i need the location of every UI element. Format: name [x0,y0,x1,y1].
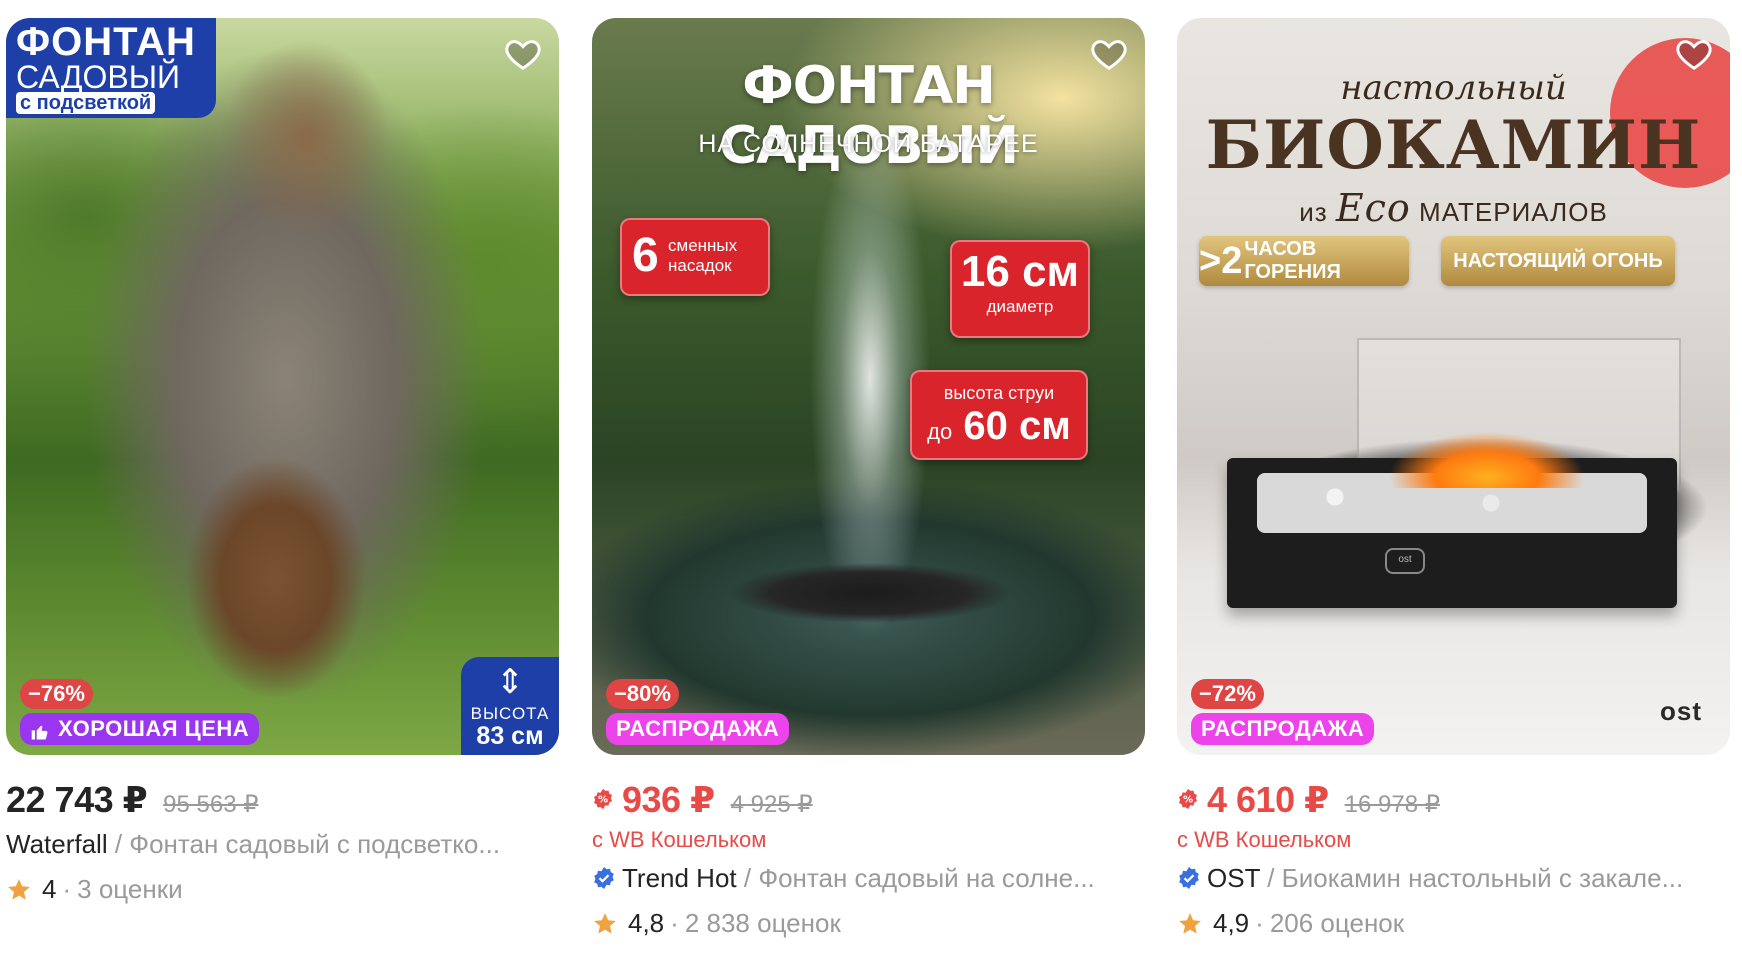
reviews-count[interactable]: 206 оценок [1270,908,1404,939]
old-price: 16 978 ₽ [1344,791,1440,818]
feature-badge: >2 ЧАСОВ ГОРЕНИЯ [1199,236,1409,286]
svg-text:%: % [1183,795,1193,806]
brand-logo: ost [1660,696,1702,726]
thumbs-up-icon [30,719,50,740]
image-brand-badge: ФОНТАН САДОВЫЙ с подсветкой [6,18,216,118]
product-image[interactable]: ФОНТАН САДОВЫЙ с подсветкой ⇕ ВЫСОТА 83 … [6,18,559,755]
wallet-note: с WB Кошельком [1177,827,1352,852]
price-row: % 4 610 ₽ 16 978 ₽ [1177,779,1730,820]
image-title: БИОКАМИН [1205,106,1702,184]
product-title[interactable]: OST / Биокамин настольный с закале... [1177,863,1730,894]
promo-tag-label: ХОРОШАЯ ЦЕНА [58,716,250,741]
product-name: Фонтан садовый с подсветко... [129,829,501,859]
feature-value: до 60 см [927,404,1071,448]
price-row: % 936 ₽ 4 925 ₽ [592,779,1145,820]
product-card[interactable]: ФОНТАН САДОВЫЙ НА СОЛНЕЧНОЙ БАТАРЕЕ 6 см… [592,18,1145,939]
height-value: 83 см [476,722,544,750]
promo-tag: РАСПРОДАЖА [606,713,790,745]
star-icon [1179,912,1201,934]
promo-tag-label: РАСПРОДАЖА [616,716,780,741]
height-label: ВЫСОТА [470,704,550,723]
old-price: 95 563 ₽ [163,791,259,818]
brand-name: Trend Hot [622,863,737,893]
promo-tag: ХОРОШАЯ ЦЕНА [20,713,260,745]
price: 936 ₽ [622,779,715,820]
feature-number: 6 [632,229,659,282]
discount-badge: −76% [20,679,93,709]
reviews-count[interactable]: 2 838 оценок [685,908,841,939]
favorite-heart-icon[interactable] [1672,32,1716,76]
verified-check-icon [1179,867,1199,889]
reviews-count[interactable]: 3 оценки [77,874,182,905]
height-badge: ⇕ ВЫСОТА 83 см [461,657,559,755]
favorite-heart-icon[interactable] [501,32,545,76]
brand-name: OST [1207,863,1260,893]
product-card[interactable]: ФОНТАН САДОВЫЙ с подсветкой ⇕ ВЫСОТА 83 … [6,18,559,905]
brand-name: Waterfall [6,829,108,859]
price: 22 743 ₽ [6,779,148,820]
badge-line: САДОВЫЙ [16,59,181,95]
star-icon [8,878,30,900]
image-subtitle: из Eco МАТЕРИАЛОВ [1299,186,1608,230]
favorite-heart-icon[interactable] [1087,32,1131,76]
feature-badge: НАСТОЯЩИЙ ОГОНЬ [1441,236,1675,286]
wallet-note: с WB Кошельком [592,827,767,852]
ruler-icon: ⇕ [495,663,525,701]
wallet-discount-icon: % [1179,788,1197,810]
product-logo: ost [1385,548,1425,574]
product-title[interactable]: Waterfall / Фонтан садовый с подсветко..… [6,829,559,860]
fire-flame [1357,378,1617,488]
rating-value: 4,8 [628,908,665,938]
feature-text: сменных насадок [668,236,738,275]
wallet-discount-icon: % [594,788,612,810]
badge-line: ФОНТАН [16,20,196,64]
feature-label: диаметр [986,297,1054,316]
price-row: 22 743 ₽ 95 563 ₽ [6,779,559,820]
discount-badge: −80% [606,679,679,709]
rating-value: 4,9 [1213,908,1250,938]
product-name: Биокамин настольный с закале... [1281,863,1684,893]
feature-box: высота струи до 60 см [910,370,1088,460]
rating-value: 4 [42,874,57,904]
feature-box: 16 см диаметр [950,240,1090,338]
badge-line: с подсветкой [16,92,156,114]
rating-row: 4,9 · 206 оценок [1177,908,1730,939]
star-icon [594,912,616,934]
discount-badge: −72% [1191,679,1264,709]
rating-row: 4,8 · 2 838 оценок [592,908,1145,939]
svg-text:%: % [598,795,608,806]
feature-box: 6 сменных насадок [620,218,770,296]
image-subtitle: НА СОЛНЕЧНОЙ БАТАРЕЕ [698,130,1039,158]
old-price: 4 925 ₽ [730,791,813,818]
product-title[interactable]: Trend Hot / Фонтан садовый на солне... [592,863,1145,894]
promo-tag: РАСПРОДАЖА [1191,713,1375,745]
rating-row: 4 · 3 оценки [6,874,559,905]
feature-label: высота струи [943,383,1055,403]
product-image[interactable]: ФОНТАН САДОВЫЙ НА СОЛНЕЧНОЙ БАТАРЕЕ 6 см… [592,18,1145,755]
promo-tag-label: РАСПРОДАЖА [1201,716,1365,741]
feature-value: 16 см [960,247,1080,296]
price: 4 610 ₽ [1207,779,1329,820]
product-card[interactable]: настольный БИОКАМИН из Eco МАТЕРИАЛОВ >2… [1177,18,1730,939]
product-name: Фонтан садовый на солне... [758,863,1095,893]
image-title: ФОНТАН САДОВЫЙ [719,56,1019,176]
product-image[interactable]: настольный БИОКАМИН из Eco МАТЕРИАЛОВ >2… [1177,18,1730,755]
verified-check-icon [594,867,614,889]
image-supertitle: настольный [1340,68,1567,108]
